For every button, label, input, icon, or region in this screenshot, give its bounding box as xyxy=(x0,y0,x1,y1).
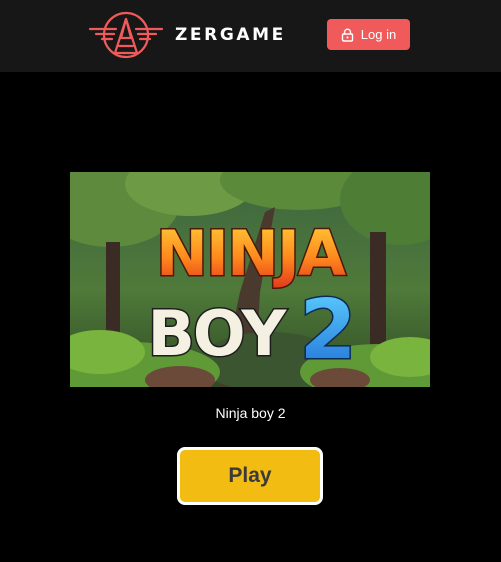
brand-name[interactable]: ZERGAME xyxy=(175,24,286,46)
game-title: Ninja boy 2 xyxy=(215,405,286,421)
play-button[interactable]: Play xyxy=(177,447,323,505)
thumbnail-logo-line1: NINJA xyxy=(156,217,346,290)
thumbnail-logo-line2: BOY xyxy=(148,297,288,370)
thumbnail-logo-number: 2 xyxy=(299,283,356,378)
login-button[interactable]: Log in xyxy=(327,19,410,50)
game-thumbnail[interactable]: NINJA BOY 2 xyxy=(70,172,430,387)
play-label: Play xyxy=(228,464,272,487)
lock-icon xyxy=(341,28,353,42)
winged-triangle-logo-icon[interactable] xyxy=(88,11,164,61)
top-navigation-bar: ZERGAME Log in xyxy=(0,0,501,72)
login-label: Log in xyxy=(360,26,397,42)
